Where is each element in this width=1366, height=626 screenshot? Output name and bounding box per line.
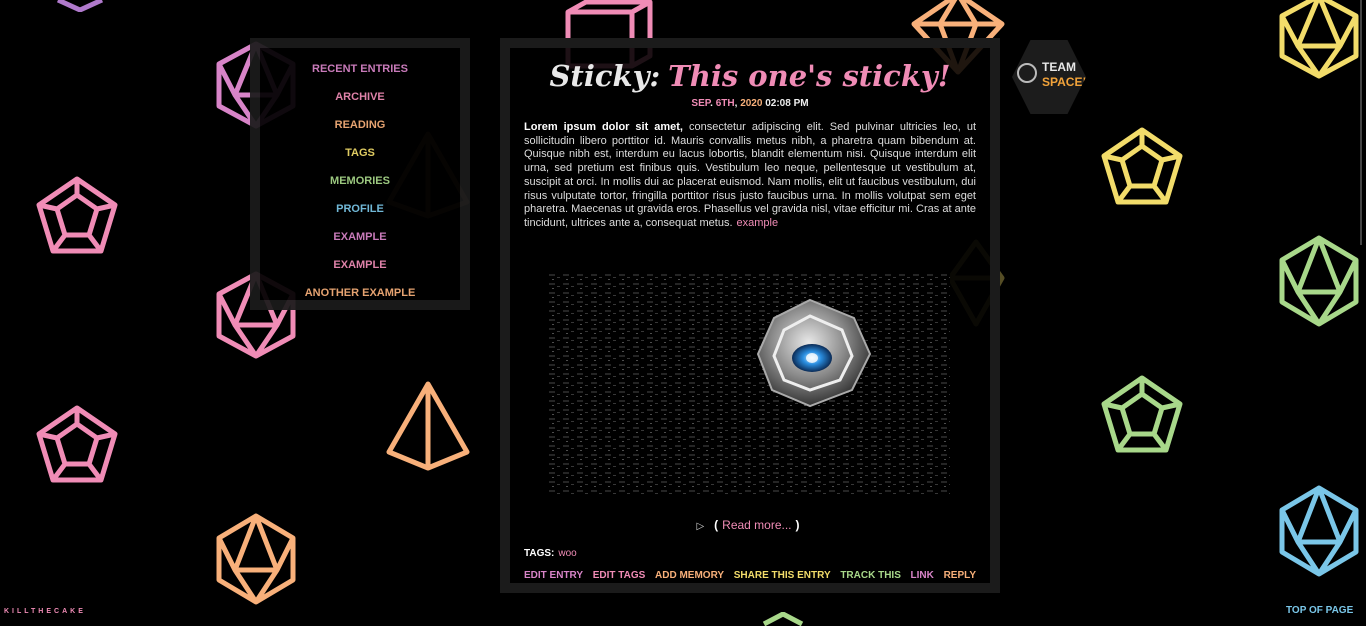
entry-title: Sticky: This one's sticky!	[510, 58, 990, 94]
sidebar-link[interactable]: TAGS	[345, 147, 375, 159]
add-memory-link[interactable]: ADD MEMORY	[655, 570, 724, 581]
sidebar-link[interactable]: PROFILE	[336, 203, 384, 215]
sticky-label: Sticky:	[549, 59, 661, 93]
dice-d20-icon	[216, 513, 296, 605]
edit-entry-link[interactable]: EDIT ENTRY	[524, 570, 583, 581]
sidebar-item-profile[interactable]: PROFILE	[260, 198, 460, 226]
sidebar-nav: RECENT ENTRIES ARCHIVE READING TAGS MEMO…	[250, 38, 470, 310]
team-space-badge[interactable]: TEAM SPACE!!	[1012, 40, 1086, 114]
body-text: consectetur adipiscing elit. Sed pulvina…	[524, 121, 977, 229]
paren-close: )	[795, 518, 800, 532]
read-more[interactable]: ▷ (Read more...)	[510, 518, 990, 532]
tags-label: TAGS:	[524, 548, 555, 559]
dice-d12-icon	[1101, 127, 1183, 205]
read-more-label[interactable]: Read more...	[722, 518, 791, 532]
sidebar-link[interactable]: READING	[335, 119, 386, 131]
body-bold: Lorem ipsum dolor sit amet,	[524, 121, 683, 133]
date-day: 6TH	[715, 98, 735, 109]
entry-image	[548, 272, 950, 494]
sidebar-link[interactable]: MEMORIES	[330, 175, 390, 187]
badge-line2: SPACE!!	[1042, 75, 1091, 89]
paren-open: (	[714, 518, 719, 532]
entry-tags: TAGS: woo	[524, 548, 577, 559]
track-this-link[interactable]: TRACK THIS	[840, 570, 901, 581]
reply-link[interactable]: REPLY	[944, 570, 976, 581]
dice-d4-icon	[762, 612, 804, 626]
sidebar-item-another-example[interactable]: ANOTHER EXAMPLE	[260, 282, 460, 310]
dice-d4-icon	[56, 0, 104, 12]
journal-entry: Sticky: This one's sticky! SEP. 6TH, 2020…	[500, 38, 1000, 593]
edit-tags-link[interactable]: EDIT TAGS	[593, 570, 646, 581]
date-separator: ,	[734, 98, 738, 109]
entry-body: Lorem ipsum dolor sit amet, consectetur …	[524, 121, 976, 231]
date-month: SEP	[691, 98, 711, 109]
dice-d12-icon	[1101, 375, 1183, 453]
scrollbar[interactable]	[1360, 0, 1362, 245]
triangle-right-icon: ▷	[696, 521, 705, 532]
body-link[interactable]: example	[737, 217, 779, 229]
footer-credit: KILLTHECAKE	[4, 608, 86, 615]
date-separator: .	[710, 98, 713, 109]
aperture-icon	[1017, 63, 1037, 83]
tag-link[interactable]: woo	[558, 548, 576, 559]
entry-subject: This one's sticky!	[668, 59, 951, 93]
entry-actions: EDIT ENTRY EDIT TAGS ADD MEMORY SHARE TH…	[524, 570, 976, 581]
badge-line1: TEAM	[1042, 60, 1076, 74]
dice-d4-icon	[386, 381, 470, 471]
sidebar-item-recent-entries[interactable]: RECENT ENTRIES	[260, 58, 460, 86]
sidebar-link[interactable]: ANOTHER EXAMPLE	[305, 287, 416, 299]
date-time: 02:08 PM	[765, 98, 809, 109]
top-of-page-link[interactable]: TOP OF PAGE	[1286, 605, 1353, 616]
entry-date: SEP. 6TH, 2020 02:08 PM	[510, 98, 990, 109]
sidebar-link[interactable]: EXAMPLE	[333, 259, 386, 271]
date-year: 2020	[740, 98, 763, 109]
sidebar-item-reading[interactable]: READING	[260, 114, 460, 142]
dice-d12-icon	[36, 405, 118, 483]
sidebar-item-archive[interactable]: ARCHIVE	[260, 86, 460, 114]
sidebar-item-memories[interactable]: MEMORIES	[260, 170, 460, 198]
wheatley-image	[548, 272, 950, 494]
dice-d12-icon	[36, 176, 118, 254]
sidebar-item-tags[interactable]: TAGS	[260, 142, 460, 170]
sidebar-link[interactable]: RECENT ENTRIES	[312, 63, 408, 75]
share-entry-link[interactable]: SHARE THIS ENTRY	[734, 570, 831, 581]
sidebar-item-example-2[interactable]: EXAMPLE	[260, 254, 460, 282]
dice-d20-icon	[1279, 485, 1359, 577]
dice-d20-icon	[1279, 0, 1359, 79]
sidebar-link[interactable]: EXAMPLE	[333, 231, 386, 243]
dice-d20-icon	[1279, 235, 1359, 327]
permalink-link[interactable]: LINK	[911, 570, 934, 581]
sidebar-link[interactable]: ARCHIVE	[335, 91, 385, 103]
sidebar-item-example[interactable]: EXAMPLE	[260, 226, 460, 254]
